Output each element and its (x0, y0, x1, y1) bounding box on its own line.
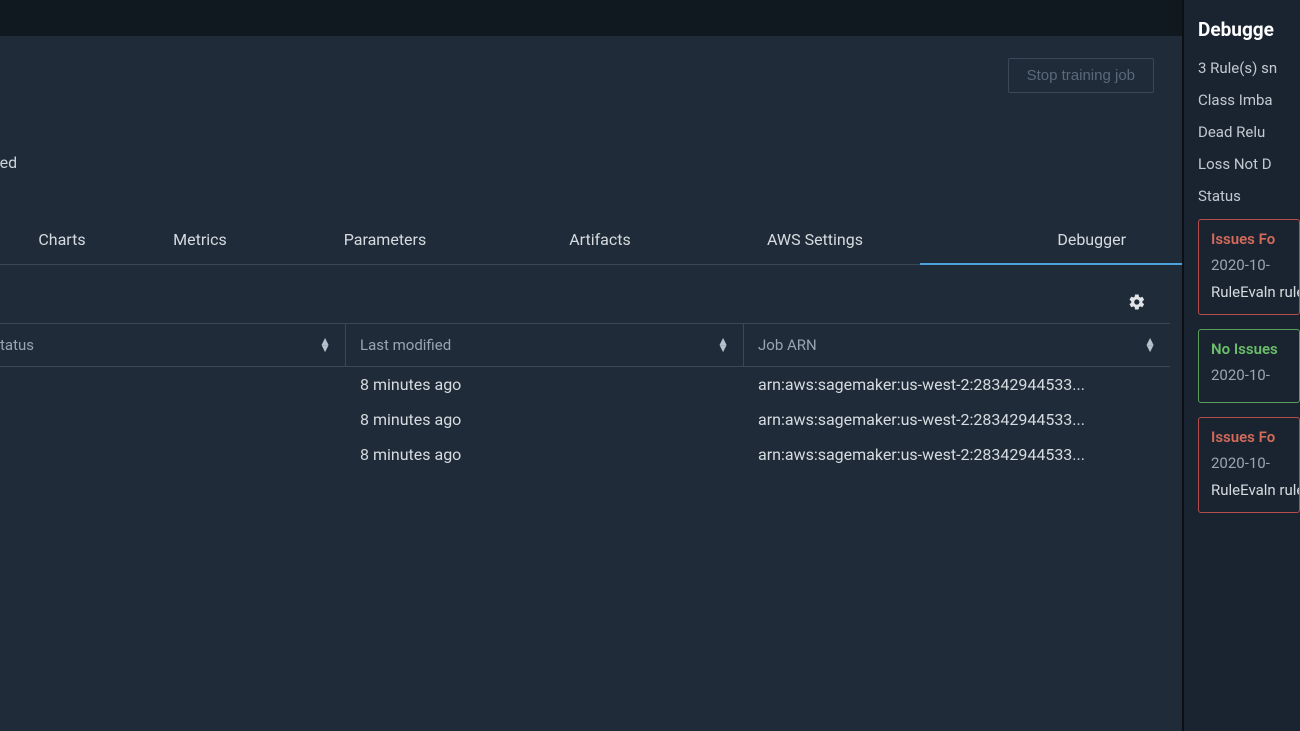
tab-parameters[interactable]: Parameters (280, 216, 490, 264)
rule-item: Dead Relu (1198, 123, 1300, 141)
rule-summary: 3 Rule(s) sn (1198, 59, 1300, 77)
cell-job-arn: arn:aws:sagemaker:us-west-2:28342944533.… (744, 402, 1170, 437)
card-body: RuleEvaln rule Loss in the co (1211, 480, 1299, 502)
column-last-modified[interactable]: Last modified ▲▼ (346, 324, 744, 366)
status-card-issue[interactable]: Issues Fo 2020-10- RuleEvaln rule Loss i… (1198, 417, 1300, 513)
card-title: No Issues (1211, 340, 1299, 358)
column-job-arn[interactable]: Job ARN ▲▼ (744, 324, 1170, 366)
card-date: 2020-10- (1211, 366, 1299, 384)
cell-status (0, 437, 346, 472)
cell-last-modified: 8 minutes ago (346, 437, 744, 472)
status-card-ok[interactable]: No Issues 2020-10- (1198, 329, 1300, 403)
status-card-issue[interactable]: Issues Fo 2020-10- RuleEvaln rule Class … (1198, 219, 1300, 315)
rule-item: Loss Not D (1198, 155, 1300, 173)
tab-debugger[interactable]: Debugger (920, 216, 1182, 265)
tabs-bar: Charts Metrics Parameters Artifacts AWS … (0, 216, 1182, 265)
card-title: Issues Fo (1211, 428, 1299, 446)
tab-metrics[interactable]: Metrics (120, 216, 280, 264)
column-status[interactable]: tatus ▲▼ (0, 324, 346, 366)
card-date: 2020-10- (1211, 454, 1299, 472)
stop-training-button[interactable]: Stop training job (1008, 58, 1154, 93)
table-row[interactable]: 8 minutes ago arn:aws:sagemaker:us-west-… (0, 402, 1170, 437)
tab-aws-settings[interactable]: AWS Settings (710, 216, 920, 264)
cell-status (0, 367, 346, 402)
main-panel: Stop training job leted Charts Metrics P… (0, 0, 1182, 731)
sort-icon[interactable]: ▲▼ (319, 338, 331, 351)
tab-artifacts[interactable]: Artifacts (490, 216, 710, 264)
tab-charts[interactable]: Charts (0, 216, 120, 264)
sidebar-title: Debugge (1198, 18, 1300, 41)
debugger-sidebar: Debugge 3 Rule(s) sn Class Imba Dead Rel… (1182, 0, 1300, 731)
table-header: tatus ▲▼ Last modified ▲▼ Job ARN ▲▼ (0, 323, 1170, 367)
cell-last-modified: 8 minutes ago (346, 367, 744, 402)
sort-icon[interactable]: ▲▼ (1144, 338, 1156, 351)
rule-item: Class Imba (1198, 91, 1300, 109)
sort-icon[interactable]: ▲▼ (717, 338, 729, 351)
rules-table: tatus ▲▼ Last modified ▲▼ Job ARN ▲▼ (0, 323, 1170, 472)
card-title: Issues Fo (1211, 230, 1299, 248)
card-body: RuleEvaln rule Class the cond (1211, 282, 1299, 304)
top-bar (0, 0, 1182, 36)
cell-last-modified: 8 minutes ago (346, 402, 744, 437)
table-row[interactable]: 8 minutes ago arn:aws:sagemaker:us-west-… (0, 367, 1170, 402)
table-row[interactable]: 8 minutes ago arn:aws:sagemaker:us-west-… (0, 437, 1170, 472)
gear-icon[interactable] (1128, 293, 1146, 315)
cell-job-arn: arn:aws:sagemaker:us-west-2:28342944533.… (744, 437, 1170, 472)
card-date: 2020-10- (1211, 256, 1299, 274)
cell-job-arn: arn:aws:sagemaker:us-west-2:28342944533.… (744, 367, 1170, 402)
status-label: Status (1198, 187, 1300, 205)
cell-status (0, 402, 346, 437)
job-status-text: leted (0, 93, 1182, 172)
